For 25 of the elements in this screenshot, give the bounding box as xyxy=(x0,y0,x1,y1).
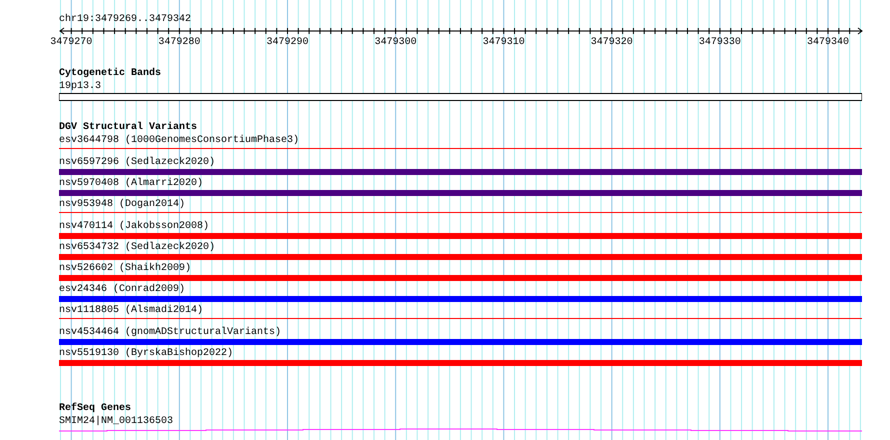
region-label: chr19:3479269..3479342 xyxy=(59,13,192,26)
track-title: RefSeq Genes xyxy=(59,402,132,415)
tick-label: 3479280 xyxy=(158,37,200,48)
variant-label: nsv1118805 (Alsmadi2014) xyxy=(59,304,204,317)
variant-label: nsv6597296 (Sedlazeck2020) xyxy=(59,156,216,169)
tick-label: 3479300 xyxy=(374,37,417,48)
gene-label: SMIM24|NM_001136503 xyxy=(59,415,174,428)
variant-label: nsv5970408 (Almarri2020) xyxy=(59,177,204,190)
variant-label: nsv4534464 (gnomADStructuralVariants) xyxy=(59,326,282,339)
tick-label: 3479330 xyxy=(698,37,741,48)
band-label: 19p13.3 xyxy=(59,80,102,93)
variant-label: esv24346 (Conrad2009) xyxy=(59,283,186,296)
tick-label: 3479310 xyxy=(482,37,525,48)
tick-label: 3479270 xyxy=(50,37,92,48)
variant-label: nsv470114 (Jakobsson2008) xyxy=(59,220,210,233)
variant-label: esv3644798 (1000GenomesConsortiumPhase3) xyxy=(59,134,300,147)
tick-label: 3479340 xyxy=(807,37,849,48)
variant-label: nsv6534732 (Sedlazeck2020) xyxy=(59,241,216,254)
tick-label: 3479320 xyxy=(590,37,633,48)
tick-label: 3479290 xyxy=(266,37,308,48)
variant-label: nsv526602 (Shaikh2009) xyxy=(59,262,192,275)
track-title: Cytogenetic Bands xyxy=(59,67,162,80)
variant-label: nsv5519130 (ByrskaBishop2022) xyxy=(59,347,234,360)
variant-label: nsv953948 (Dogan2014) xyxy=(59,198,186,211)
track-title: DGV Structural Variants xyxy=(59,121,198,134)
